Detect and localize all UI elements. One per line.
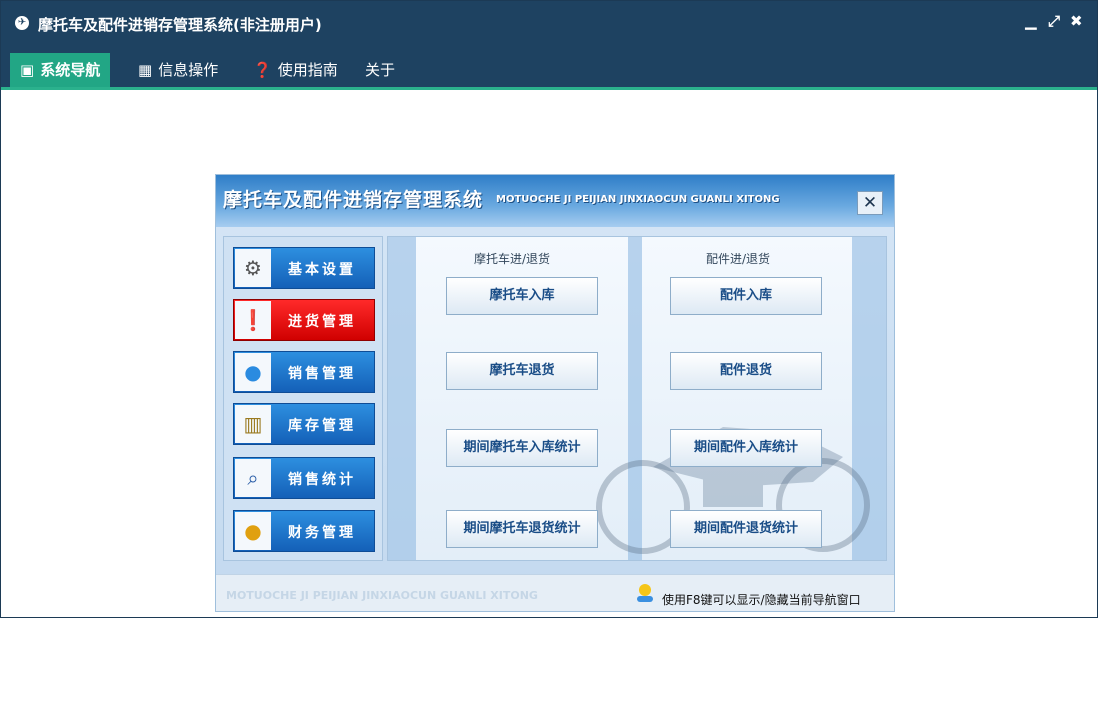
sidebar-item-label: 财务管理 bbox=[288, 525, 356, 541]
footer-hint: 使用F8键可以显示/隐藏当前导航窗口 bbox=[662, 593, 861, 607]
tab-label: 使用指南 bbox=[277, 61, 338, 79]
close-icon[interactable]: ✖ bbox=[1070, 12, 1083, 30]
tab-user-guide[interactable]: ❓ 使用指南 bbox=[253, 53, 338, 87]
footer-pinyin: MOTUOCHE JI PEIJIAN JINXIAOCUN GUANLI XI… bbox=[226, 589, 538, 602]
navigation-footer: MOTUOCHE JI PEIJIAN JINXIAOCUN GUANLI XI… bbox=[216, 574, 894, 611]
minimize-icon[interactable]: ▁ bbox=[1025, 12, 1037, 30]
window-title: 摩托车及配件进销存管理系统(非注册用户) bbox=[38, 16, 322, 34]
icon-frame: ⌕ bbox=[235, 459, 271, 497]
navigation-panel: 摩托车及配件进销存管理系统 MOTUOCHE JI PEIJIAN JINXIA… bbox=[215, 174, 895, 612]
tab-label: 信息操作 bbox=[158, 61, 219, 79]
navigation-header: 摩托车及配件进销存管理系统 MOTUOCHE JI PEIJIAN JINXIA… bbox=[216, 175, 894, 227]
sidebar-item-label: 销售管理 bbox=[288, 366, 356, 382]
sidebar-item-sales-statistics[interactable]: ⌕ 销售统计 bbox=[233, 457, 375, 499]
sidebar-item-finance-management[interactable]: ● 财务管理 bbox=[233, 510, 375, 552]
monitor-icon: ▣ bbox=[20, 61, 35, 79]
warehouse-icon: ▥ bbox=[243, 412, 263, 436]
parts-column-header: 配件进/退货 bbox=[706, 252, 771, 266]
restore-icon[interactable]: ⤢ bbox=[1048, 12, 1060, 30]
app-logo-icon: ✈ bbox=[15, 16, 29, 30]
tab-label: 系统导航 bbox=[40, 61, 101, 79]
sidebar-item-basic-settings[interactable]: ⚙ 基本设置 bbox=[233, 247, 375, 289]
magnifier-icon: ⌕ bbox=[247, 466, 259, 490]
sidebar: ⚙ 基本设置 ❗ 进货管理 ● 销售管理 ▥ 库存管理 ⌕ 销售统计 ● 财务管… bbox=[223, 236, 383, 561]
motorcycle-stock-in-button[interactable]: 摩托车入库 bbox=[446, 277, 598, 315]
coins-icon: ● bbox=[244, 519, 262, 543]
sidebar-item-label: 进货管理 bbox=[288, 314, 356, 330]
menu-bar: ▣ 系统导航 ▦ 信息操作 ❓ 使用指南 关于 bbox=[1, 47, 1097, 90]
lightbulb-user-icon bbox=[637, 584, 653, 602]
motorcycle-column-header: 摩托车进/退货 bbox=[474, 252, 551, 266]
tab-system-navigation[interactable]: ▣ 系统导航 bbox=[10, 53, 111, 87]
icon-frame: ▥ bbox=[235, 405, 271, 443]
gear-icon: ⚙ bbox=[244, 256, 262, 280]
title-bar: ✈ 摩托车及配件进销存管理系统(非注册用户) ▁ ⤢ ✖ bbox=[1, 1, 1097, 47]
parts-stock-in-button[interactable]: 配件入库 bbox=[670, 277, 822, 315]
grid-icon: ▦ bbox=[138, 61, 153, 79]
motorcycle-return-stats-button[interactable]: 期间摩托车退货统计 bbox=[446, 510, 598, 548]
motorcycle-stock-in-stats-button[interactable]: 期间摩托车入库统计 bbox=[446, 429, 598, 467]
sidebar-item-inventory-management[interactable]: ▥ 库存管理 bbox=[233, 403, 375, 445]
decor-stripe bbox=[388, 237, 416, 560]
tab-info-operation[interactable]: ▦ 信息操作 bbox=[138, 53, 218, 87]
parts-return-stats-button[interactable]: 期间配件退货统计 bbox=[670, 510, 822, 548]
alert-monitor-icon: ❗ bbox=[240, 308, 266, 332]
icon-frame: ❗ bbox=[235, 301, 271, 339]
tab-label: 关于 bbox=[365, 61, 396, 79]
sidebar-item-label: 基本设置 bbox=[288, 262, 356, 278]
navigation-title: 摩托车及配件进销存管理系统 bbox=[223, 189, 484, 211]
motorcycle-return-button[interactable]: 摩托车退货 bbox=[446, 352, 598, 390]
navigation-pinyin: MOTUOCHE JI PEIJIAN JINXIAOCUN GUANLI XI… bbox=[496, 194, 780, 205]
sidebar-item-label: 销售统计 bbox=[288, 472, 356, 488]
tab-about[interactable]: 关于 bbox=[365, 53, 395, 87]
close-icon: ✕ bbox=[862, 193, 878, 213]
sidebar-item-purchase-management[interactable]: ❗ 进货管理 bbox=[233, 299, 375, 341]
action-panel: 摩托车进/退货 配件进/退货 摩托车入库 摩托车退货 期间摩托车入库统计 期间摩… bbox=[387, 236, 887, 561]
help-icon: ❓ bbox=[253, 61, 272, 79]
navigation-close-button[interactable]: ✕ bbox=[857, 191, 883, 215]
icon-frame: ● bbox=[235, 512, 271, 550]
sidebar-item-sales-management[interactable]: ● 销售管理 bbox=[233, 351, 375, 393]
parts-return-button[interactable]: 配件退货 bbox=[670, 352, 822, 390]
parts-stock-in-stats-button[interactable]: 期间配件入库统计 bbox=[670, 429, 822, 467]
icon-frame: ● bbox=[235, 353, 271, 391]
icon-frame: ⚙ bbox=[235, 249, 271, 287]
users-icon: ● bbox=[244, 360, 262, 384]
sidebar-item-label: 库存管理 bbox=[288, 418, 356, 434]
